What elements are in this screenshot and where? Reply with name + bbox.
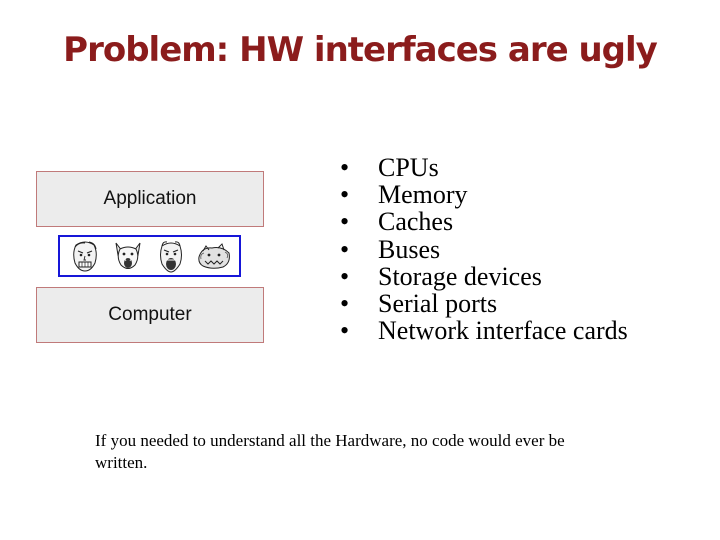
bullet-text: Caches <box>378 207 454 237</box>
ugly-faces-strip <box>58 235 241 277</box>
bullet-item: • Buses <box>340 234 628 264</box>
computer-label: Computer <box>108 304 192 325</box>
slide-title: Problem: HW interfaces are ugly <box>63 30 658 70</box>
footnote-text: If you needed to understand all the Hard… <box>95 431 565 472</box>
application-label: Application <box>103 188 197 209</box>
bullet-text: Buses <box>378 234 441 264</box>
bullet-text: Serial ports <box>378 289 498 319</box>
bullet-item: • Serial ports <box>340 290 628 317</box>
bullet-item: • Storage devices <box>340 263 628 290</box>
bullet-item: • Network interface cards <box>340 317 628 344</box>
bullet-marker: • <box>340 316 350 346</box>
bullet-item: • Caches <box>340 208 628 235</box>
bullet-marker: • <box>340 289 350 319</box>
bullet-item: • CPUs <box>340 154 628 181</box>
screaming-face-icon <box>159 241 182 273</box>
bullet-marker: • <box>340 261 350 291</box>
screaming-dog-face-icon <box>115 242 141 269</box>
computer-box: Computer <box>36 287 264 343</box>
bullet-marker: • <box>340 153 350 182</box>
bullet-text: Network interface cards <box>378 316 628 346</box>
bullet-item: • Memory <box>340 181 628 208</box>
hardware-bullet-list: • CPUs • Memory • Caches • Buses • Storage de… <box>340 154 628 345</box>
growling-creature-icon <box>197 243 230 269</box>
bullet-marker: • <box>340 180 350 210</box>
bullet-text: Storage devices <box>378 261 542 291</box>
bullet-marker: • <box>340 207 350 237</box>
grimacing-face-icon <box>73 241 98 272</box>
bullet-text: Memory <box>378 180 468 210</box>
bullet-text: CPUs <box>378 153 439 182</box>
bullet-marker: • <box>340 234 350 264</box>
application-box: Application <box>36 171 264 227</box>
